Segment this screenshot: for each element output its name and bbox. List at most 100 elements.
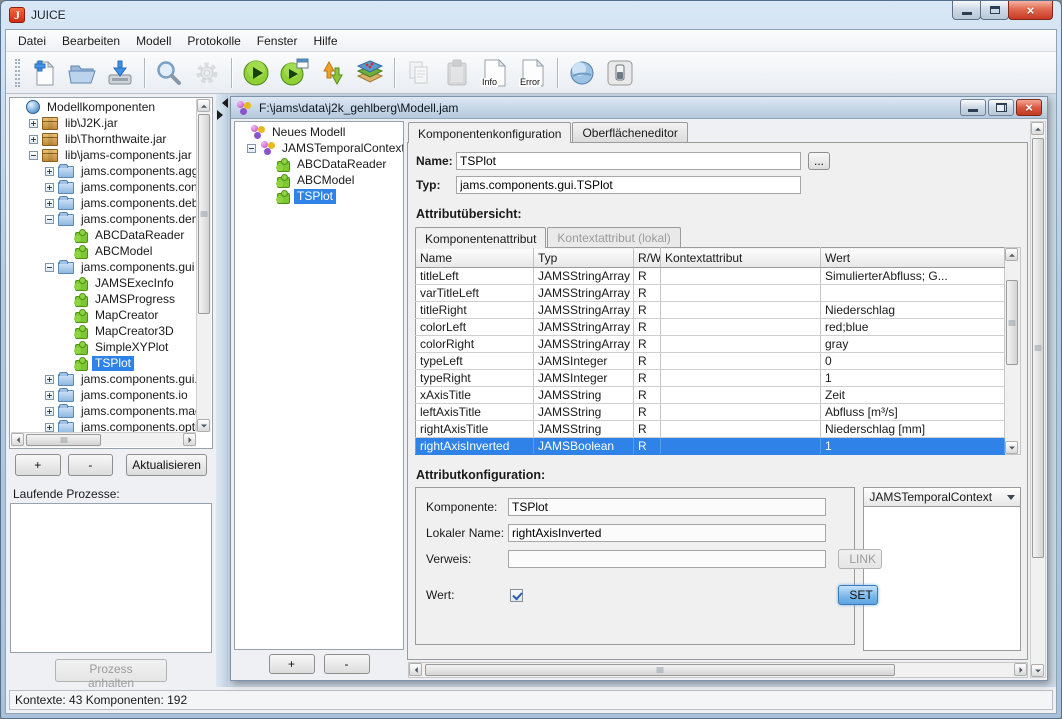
typ-input[interactable] [456, 176, 801, 194]
web-button[interactable] [563, 55, 601, 91]
link-button[interactable]: LINK [838, 549, 882, 569]
tree-item[interactable]: jams.components.machin [11, 403, 196, 419]
processes-list[interactable] [10, 503, 212, 653]
verweis-input[interactable] [508, 550, 826, 568]
tree-item-selected[interactable]: TSPlot [11, 355, 196, 371]
tree-item[interactable]: lib\Thornthwaite.jar [11, 131, 196, 147]
run-model-button[interactable] [237, 55, 275, 91]
collapse-icon[interactable] [247, 144, 256, 153]
new-model-button[interactable] [25, 55, 63, 91]
tree-item[interactable]: ABCModel [235, 172, 403, 188]
model-window-titlebar[interactable]: F:\jams\data\j2k_gehlberg\Modell.jam × [231, 97, 1047, 119]
tree-item[interactable]: ABCDataReader [11, 227, 196, 243]
table-vertical-scrollbar[interactable] [1005, 247, 1021, 455]
tree-item-selected[interactable]: TSPlot [235, 188, 403, 204]
expand-icon[interactable] [45, 407, 54, 416]
scroll-thumb[interactable] [1032, 138, 1044, 558]
map-layers-button[interactable] [351, 55, 389, 91]
scroll-thumb[interactable] [1006, 280, 1018, 365]
tree-item[interactable]: jams.components.io [11, 387, 196, 403]
tree-item[interactable]: JAMSProgress [11, 291, 196, 307]
lokaler-name-input[interactable] [508, 524, 826, 542]
tree-item[interactable]: jams.components.debug [11, 195, 196, 211]
table-row[interactable]: titleRightJAMSStringArrayRNiederschlag [416, 302, 1005, 319]
tree-vertical-scrollbar[interactable] [196, 99, 211, 432]
expand-icon[interactable] [45, 199, 54, 208]
titlebar[interactable]: J JUICE [1, 1, 1061, 29]
name-input[interactable] [456, 152, 801, 170]
menu-hilfe[interactable]: Hilfe [305, 31, 345, 51]
info-log-button[interactable]: Info [476, 55, 514, 91]
table-row-selected[interactable]: rightAxisInvertedJAMSBooleanR1 [416, 438, 1005, 455]
scroll-up-icon[interactable] [1031, 122, 1044, 135]
collapse-icon[interactable] [45, 263, 54, 272]
tab-oberflaecheneditor[interactable]: Oberflächeneditor [572, 122, 687, 142]
remove-node-button[interactable]: - [324, 654, 370, 674]
scroll-down-icon[interactable] [1031, 664, 1044, 677]
context-attribute-list[interactable] [863, 507, 1021, 651]
table-row[interactable]: typeLeftJAMSIntegerR0 [416, 353, 1005, 370]
tree-item[interactable]: jams.components.optimi [11, 419, 196, 432]
close-button[interactable]: × [1016, 99, 1042, 116]
context-selector[interactable]: JAMSTemporalContext [863, 487, 1021, 507]
add-component-button[interactable]: + [15, 454, 61, 476]
restore-button[interactable] [988, 99, 1014, 116]
expand-icon[interactable] [29, 119, 38, 128]
collapse-right-icon[interactable] [217, 110, 228, 120]
toolbar-grip[interactable] [15, 59, 20, 87]
config-vertical-scrollbar[interactable] [1030, 121, 1046, 678]
expand-icon[interactable] [45, 183, 54, 192]
tab-komponentenkonfiguration[interactable]: Komponentenkonfiguration [408, 122, 571, 143]
collapse-left-icon[interactable] [217, 98, 228, 108]
set-button[interactable]: SET [838, 585, 878, 605]
component-toggle-button[interactable] [601, 55, 639, 91]
tree-item[interactable]: ABCModel [11, 243, 196, 259]
table-row[interactable]: titleLeftJAMSStringArrayRSimulierterAbfl… [416, 268, 1005, 285]
tab-komponentenattribut[interactable]: Komponentenattribut [415, 227, 546, 248]
minimize-button[interactable] [952, 1, 981, 20]
search-button[interactable] [150, 55, 188, 91]
scroll-left-icon[interactable] [409, 663, 422, 676]
settings-button[interactable] [188, 55, 226, 91]
remove-component-button[interactable]: - [68, 454, 114, 476]
table-row[interactable]: rightAxisTitleJAMSStringRNiederschlag [m… [416, 421, 1005, 438]
scroll-down-icon[interactable] [1005, 441, 1018, 454]
menu-modell[interactable]: Modell [128, 31, 179, 51]
col-typ[interactable]: Typ [534, 248, 634, 268]
komponente-input[interactable] [508, 498, 826, 516]
tree-root[interactable]: Modellkomponenten [11, 99, 196, 115]
tree-item[interactable]: jams.components.condit [11, 179, 196, 195]
tree-item[interactable]: lib\jams-components.jar [11, 147, 196, 163]
col-wert[interactable]: Wert [821, 248, 1005, 268]
collapse-icon[interactable] [29, 151, 38, 160]
config-horizontal-scrollbar[interactable] [408, 662, 1028, 678]
tree-item[interactable]: ABCDataReader [235, 156, 403, 172]
expand-icon[interactable] [45, 423, 54, 432]
add-node-button[interactable]: + [269, 654, 315, 674]
model-exchange-button[interactable] [313, 55, 351, 91]
menu-datei[interactable]: Datei [10, 31, 54, 51]
error-log-button[interactable]: Error [514, 55, 552, 91]
expand-icon[interactable] [45, 167, 54, 176]
tree-item[interactable]: SimpleXYPlot [11, 339, 196, 355]
scroll-thumb[interactable] [26, 434, 101, 446]
open-model-button[interactable] [63, 55, 101, 91]
wert-checkbox[interactable] [510, 589, 523, 602]
scroll-up-icon[interactable] [1005, 248, 1018, 261]
table-row[interactable]: typeRightJAMSIntegerR1 [416, 370, 1005, 387]
maximize-button[interactable] [980, 1, 1009, 20]
scroll-down-icon[interactable] [197, 419, 210, 432]
table-row[interactable]: xAxisTitleJAMSStringRZeit [416, 387, 1005, 404]
tree-item[interactable]: jams.components.gui.sp [11, 371, 196, 387]
col-name[interactable]: Name [416, 248, 534, 268]
minimize-button[interactable] [960, 99, 986, 116]
paste-button[interactable] [438, 55, 476, 91]
scroll-right-icon[interactable] [183, 433, 196, 446]
col-rw[interactable]: R/W [634, 248, 661, 268]
table-row[interactable]: colorRightJAMSStringArrayRgray [416, 336, 1005, 353]
tree-item[interactable]: JAMSTemporalContext [235, 140, 403, 156]
table-row[interactable]: leftAxisTitleJAMSStringRAbfluss [m³/s] [416, 404, 1005, 421]
tree-item[interactable]: jams.components.aggre [11, 163, 196, 179]
scroll-up-icon[interactable] [197, 99, 210, 112]
tree-item[interactable]: MapCreator [11, 307, 196, 323]
